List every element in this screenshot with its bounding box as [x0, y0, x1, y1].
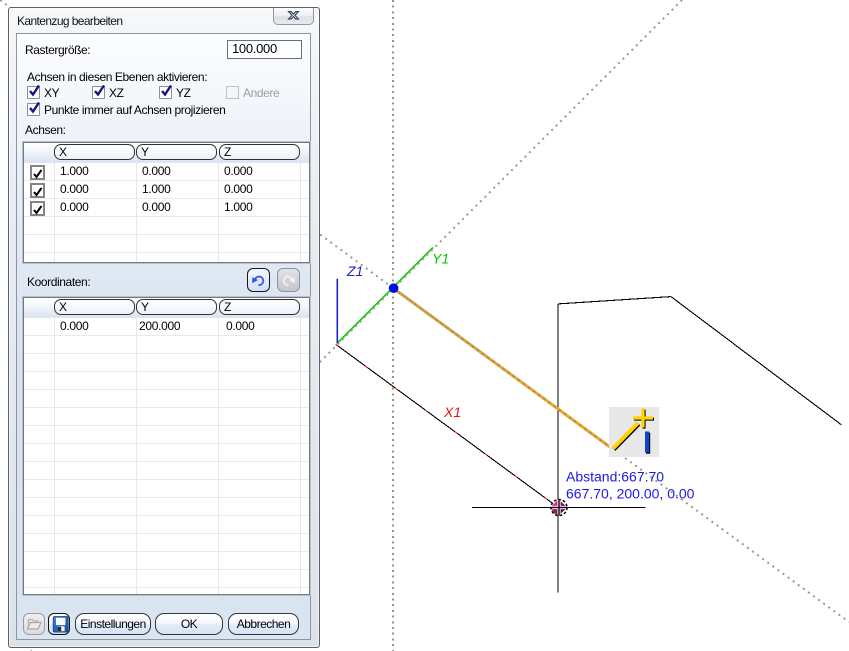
svg-text:Z1: Z1 — [346, 263, 363, 279]
svg-text:X1: X1 — [443, 404, 461, 420]
svg-text:Abstand:667.70: Abstand:667.70 — [566, 469, 664, 485]
svg-text:667.70, 200.00, 0.00: 667.70, 200.00, 0.00 — [566, 486, 695, 502]
svg-text:Y1: Y1 — [432, 251, 449, 267]
